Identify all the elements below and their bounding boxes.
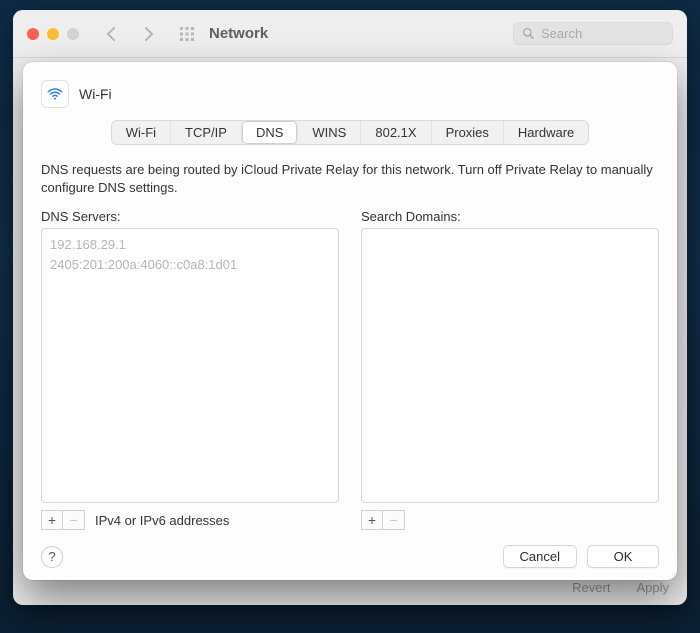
tab-bar: Wi-FiTCP/IPDNSWINS802.1XProxiesHardware [111,120,590,145]
traffic-lights [27,28,79,40]
dns-servers-label: DNS Servers: [41,209,339,224]
search-icon [522,27,535,40]
dns-info-text: DNS requests are being routed by iCloud … [41,161,659,197]
back-button[interactable] [101,27,121,41]
zoom-window-button[interactable] [67,28,79,40]
dns-servers-column: DNS Servers: 192.168.29.12405:201:200a:4… [41,209,339,531]
search-domains-label: Search Domains: [361,209,659,224]
tab-hardware[interactable]: Hardware [504,121,588,144]
forward-button[interactable] [139,27,159,41]
dns-server-entry[interactable]: 192.168.29.1 [50,235,330,255]
ok-button[interactable]: OK [587,545,659,568]
add-domain-button[interactable]: + [361,510,383,530]
tab-proxies[interactable]: Proxies [432,121,504,144]
help-button[interactable]: ? [41,546,63,568]
dns-server-entry[interactable]: 2405:201:200a:4060::c0a8:1d01 [50,255,330,275]
search-field[interactable]: Search [513,22,673,45]
wifi-icon [41,80,69,108]
tab-tcp-ip[interactable]: TCP/IP [171,121,242,144]
revert-button[interactable]: Revert [572,580,610,595]
tab-dns[interactable]: DNS [242,121,298,144]
titlebar: Network Search [13,10,687,58]
cancel-button[interactable]: Cancel [503,545,577,568]
search-placeholder: Search [541,26,582,41]
remove-domain-button[interactable]: − [383,510,405,530]
window-title: Network [209,25,505,42]
dns-footer-hint: IPv4 or IPv6 addresses [95,513,229,528]
add-dns-button[interactable]: + [41,510,63,530]
network-advanced-sheet: Wi-Fi Wi-FiTCP/IPDNSWINS802.1XProxiesHar… [23,62,677,580]
tab-wins[interactable]: WINS [298,121,361,144]
search-domains-column: Search Domains: + − [361,209,659,531]
show-all-icon[interactable] [177,26,197,42]
remove-dns-button[interactable]: − [63,510,85,530]
dns-servers-listbox[interactable]: 192.168.29.12405:201:200a:4060::c0a8:1d0… [41,228,339,503]
close-window-button[interactable] [27,28,39,40]
minimize-window-button[interactable] [47,28,59,40]
service-name: Wi-Fi [79,86,112,102]
tab-802-1x[interactable]: 802.1X [361,121,431,144]
apply-button[interactable]: Apply [636,580,669,595]
parent-footer: Revert Apply [572,580,669,595]
search-domains-listbox[interactable] [361,228,659,503]
tab-wi-fi[interactable]: Wi-Fi [112,121,171,144]
